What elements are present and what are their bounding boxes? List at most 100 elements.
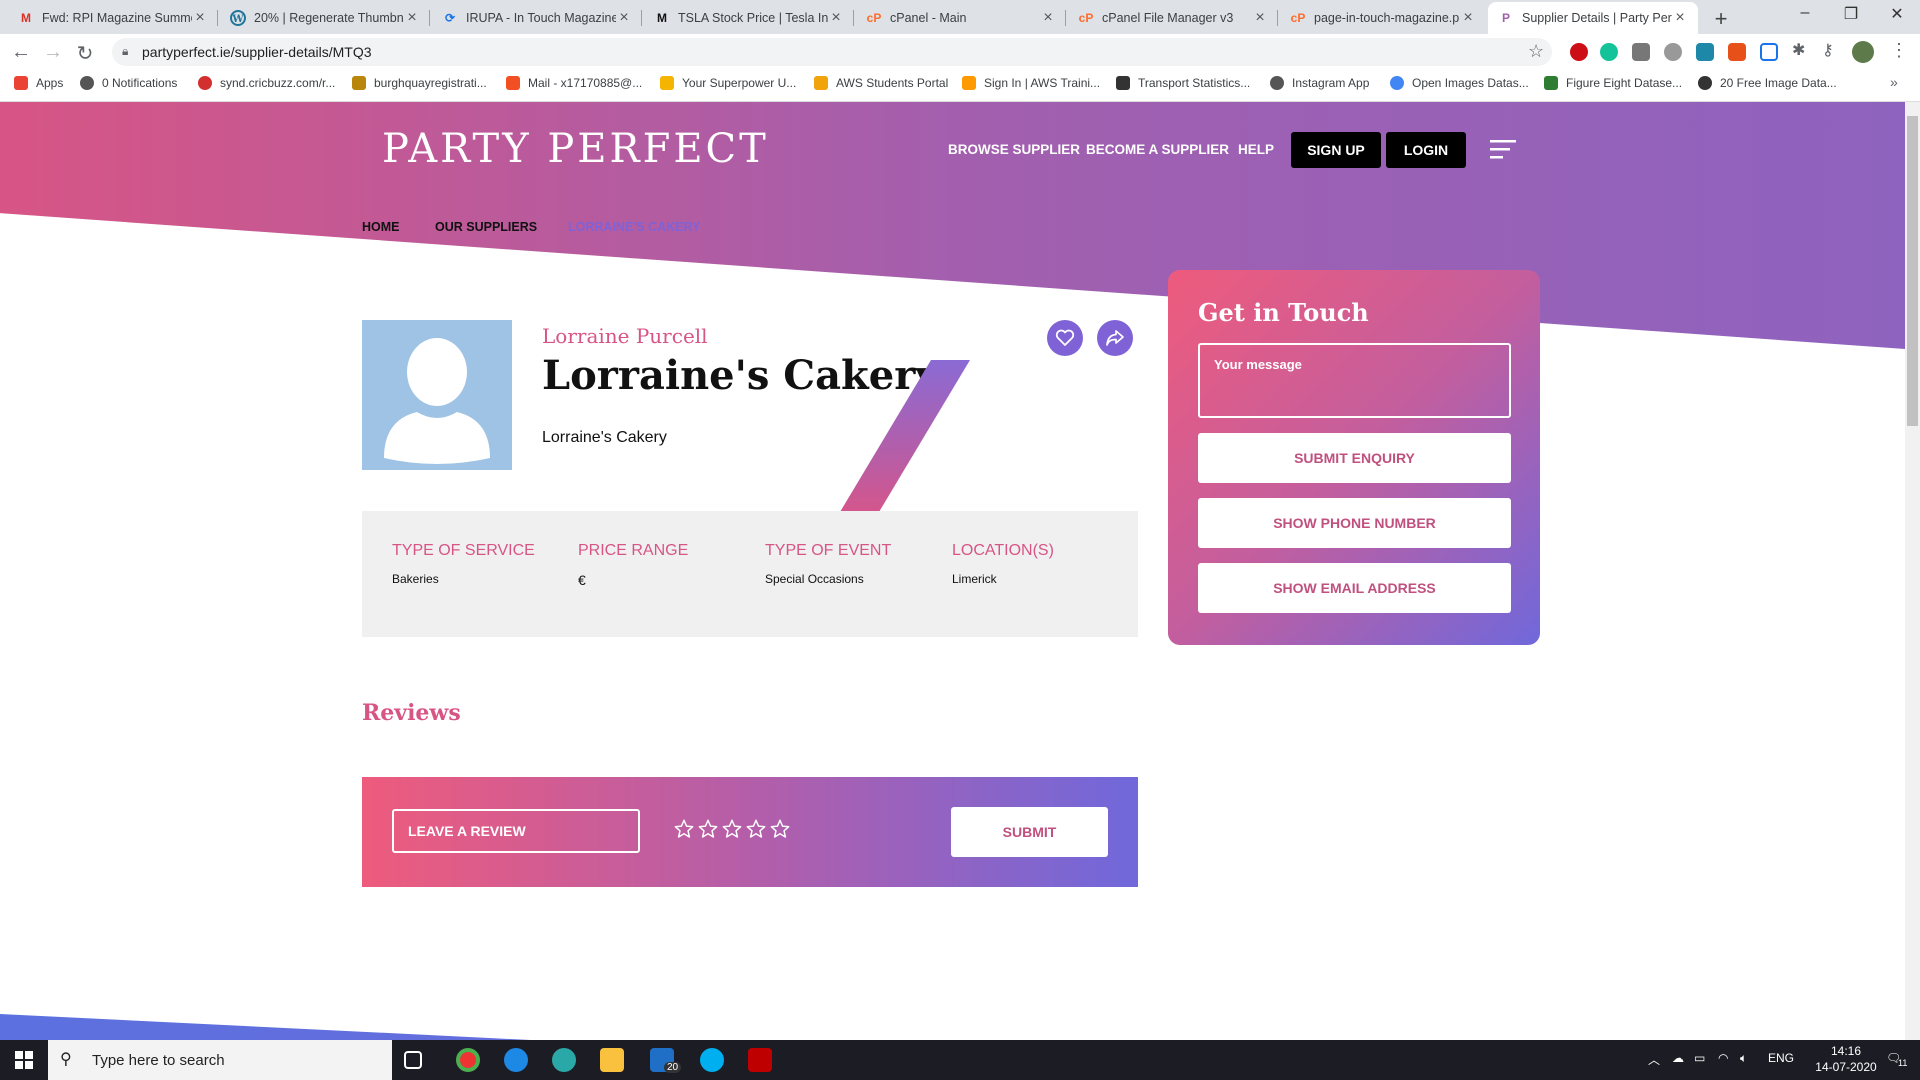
bookmark-item[interactable]: Your Superpower U... bbox=[660, 76, 796, 90]
login-button[interactable]: LOGIN bbox=[1386, 132, 1466, 168]
reload-icon[interactable]: ↻ bbox=[74, 41, 96, 66]
bookmark-item[interactable]: 20 Free Image Data... bbox=[1698, 76, 1837, 90]
edge-icon[interactable] bbox=[552, 1048, 576, 1072]
bookmark-item[interactable]: 0 Notifications bbox=[80, 76, 177, 90]
browser-tab[interactable]: cP cPanel - Main × bbox=[856, 2, 1066, 34]
grammarly-extension-icon[interactable] bbox=[1600, 43, 1618, 61]
windows-start-button[interactable] bbox=[0, 1040, 48, 1080]
task-view-icon[interactable] bbox=[404, 1051, 422, 1069]
bookmark-star-icon[interactable]: ☆ bbox=[1528, 41, 1544, 62]
chrome-menu-icon[interactable]: ⋮ bbox=[1890, 40, 1908, 61]
forward-icon[interactable]: → bbox=[42, 41, 64, 64]
supplier-business-title: Lorraine's Cakery bbox=[542, 352, 939, 399]
bookmark-item[interactable]: Transport Statistics... bbox=[1116, 76, 1250, 90]
message-input[interactable] bbox=[1198, 343, 1511, 418]
close-tab-icon[interactable]: × bbox=[1672, 9, 1688, 27]
new-tab-button[interactable]: + bbox=[1710, 6, 1732, 32]
taskbar-search[interactable]: Type here to search bbox=[48, 1040, 392, 1080]
wordpress-icon: W bbox=[230, 10, 246, 26]
bookmark-item[interactable]: Mail - x17170885@... bbox=[506, 76, 642, 90]
close-tab-icon[interactable]: × bbox=[1460, 9, 1476, 27]
camera-extension-icon[interactable] bbox=[1632, 43, 1650, 61]
more-bookmarks-icon[interactable]: » bbox=[1890, 74, 1898, 90]
close-tab-icon[interactable]: × bbox=[1040, 9, 1056, 27]
browser-tab[interactable]: ⟳ IRUPA - In Touch Magazine × bbox=[432, 2, 642, 34]
chevron-up-icon[interactable]: ︿ bbox=[1648, 1051, 1660, 1068]
address-bar[interactable]: partyperfect.ie/supplier-details/MTQ3 bbox=[112, 38, 1552, 66]
submit-enquiry-button[interactable]: SUBMIT ENQUIRY bbox=[1198, 433, 1511, 483]
header-banner bbox=[0, 102, 1905, 349]
screenshot-extension-icon[interactable] bbox=[1696, 43, 1714, 61]
bookmark-item[interactable]: synd.cricbuzz.com/r... bbox=[198, 76, 335, 90]
breadcrumb-our-suppliers[interactable]: OUR SUPPLIERS bbox=[435, 220, 537, 234]
close-tab-icon[interactable]: × bbox=[828, 9, 844, 27]
star-icon[interactable] bbox=[745, 818, 767, 840]
show-phone-button[interactable]: SHOW PHONE NUMBER bbox=[1198, 498, 1511, 548]
file-explorer-icon[interactable] bbox=[600, 1048, 624, 1072]
show-email-button[interactable]: SHOW EMAIL ADDRESS bbox=[1198, 563, 1511, 613]
minimize-button[interactable]: – bbox=[1790, 4, 1820, 22]
browser-tab[interactable]: W 20% | Regenerate Thumbna × bbox=[220, 2, 430, 34]
submit-review-button[interactable]: SUBMIT bbox=[951, 807, 1108, 857]
site-logo[interactable]: PARTY PERFECT bbox=[382, 126, 769, 172]
bookmark-item[interactable]: Instagram App bbox=[1270, 76, 1369, 90]
hamburger-menu-icon[interactable] bbox=[1490, 138, 1516, 160]
close-tab-icon[interactable]: × bbox=[616, 9, 632, 27]
battery-icon[interactable]: ▭ bbox=[1694, 1051, 1705, 1065]
language-indicator[interactable]: ENG bbox=[1768, 1051, 1794, 1065]
nav-help[interactable]: HELP bbox=[1238, 142, 1274, 157]
browser-tab[interactable]: cP page-in-touch-magazine.ph × bbox=[1280, 2, 1486, 34]
bookmark-item[interactable]: AWS Students Portal bbox=[814, 76, 948, 90]
price-range-label: PRICE RANGE bbox=[578, 542, 689, 559]
ocr-extension-icon[interactable] bbox=[1760, 43, 1778, 61]
bookmark-item[interactable]: Figure Eight Datase... bbox=[1544, 76, 1682, 90]
browser-tab-active[interactable]: P Supplier Details | Party Perf × bbox=[1488, 2, 1698, 34]
nav-browse-supplier[interactable]: BROWSE SUPPLIER bbox=[948, 142, 1080, 157]
close-window-button[interactable]: ✕ bbox=[1882, 4, 1912, 24]
figure-eight-icon bbox=[1544, 76, 1558, 90]
browser-tab[interactable]: M TSLA Stock Price | Tesla Inc. × bbox=[644, 2, 854, 34]
bookmark-item[interactable]: Open Images Datas... bbox=[1390, 76, 1529, 90]
share-button[interactable] bbox=[1097, 320, 1133, 356]
favorite-button[interactable] bbox=[1047, 320, 1083, 356]
signup-button[interactable]: SIGN UP bbox=[1291, 132, 1381, 168]
browser-tab[interactable]: cP cPanel File Manager v3 × bbox=[1068, 2, 1278, 34]
profile-avatar[interactable] bbox=[1852, 41, 1874, 63]
bookmark-item[interactable]: burghquayregistrati... bbox=[352, 76, 487, 90]
close-tab-icon[interactable]: × bbox=[192, 9, 208, 27]
star-icon[interactable] bbox=[697, 818, 719, 840]
star-icon[interactable] bbox=[673, 818, 695, 840]
heart-icon bbox=[1055, 329, 1075, 346]
notification-count: 11 bbox=[1898, 1058, 1908, 1068]
bookmark-item[interactable]: Sign In | AWS Traini... bbox=[962, 76, 1100, 90]
star-icon[interactable] bbox=[721, 818, 743, 840]
wifi-icon[interactable]: ◠ bbox=[1718, 1051, 1728, 1065]
back-icon[interactable]: ← bbox=[10, 41, 32, 64]
key-icon[interactable]: ⚷ bbox=[1822, 40, 1834, 60]
clock-date[interactable]: 14-07-2020 bbox=[1804, 1060, 1888, 1074]
puzzle-icon[interactable]: ✱ bbox=[1792, 40, 1805, 60]
volume-icon[interactable]: 🔈︎ bbox=[1740, 1051, 1747, 1066]
coupon-extension-icon[interactable] bbox=[1728, 43, 1746, 61]
extension-icon[interactable] bbox=[1664, 43, 1682, 61]
scrollbar-thumb[interactable] bbox=[1907, 116, 1918, 426]
browser-tab[interactable]: M Fwd: RPI Magazine Summe × bbox=[8, 2, 218, 34]
onedrive-icon[interactable]: ☁ bbox=[1672, 1051, 1684, 1065]
breadcrumb-home[interactable]: HOME bbox=[362, 220, 400, 234]
chrome-icon[interactable] bbox=[456, 1048, 480, 1072]
internet-explorer-icon[interactable] bbox=[504, 1048, 528, 1072]
bookmark-apps[interactable]: Apps bbox=[14, 76, 63, 90]
star-icon[interactable] bbox=[769, 818, 791, 840]
windows-logo-icon bbox=[15, 1051, 33, 1069]
skype-icon[interactable] bbox=[700, 1048, 724, 1072]
close-tab-icon[interactable]: × bbox=[1252, 9, 1268, 27]
filezilla-icon[interactable] bbox=[748, 1048, 772, 1072]
close-tab-icon[interactable]: × bbox=[404, 9, 420, 27]
clock-time[interactable]: 14:16 bbox=[1818, 1044, 1874, 1058]
opera-adblock-extension-icon[interactable] bbox=[1570, 43, 1588, 61]
cricbuzz-icon bbox=[198, 76, 212, 90]
leave-review-input[interactable]: LEAVE A REVIEW bbox=[392, 809, 640, 853]
restore-button[interactable]: ❐ bbox=[1836, 4, 1866, 24]
nav-become-supplier[interactable]: BECOME A SUPPLIER bbox=[1086, 142, 1229, 157]
lock-icon[interactable]: 🔒︎ bbox=[122, 44, 128, 59]
